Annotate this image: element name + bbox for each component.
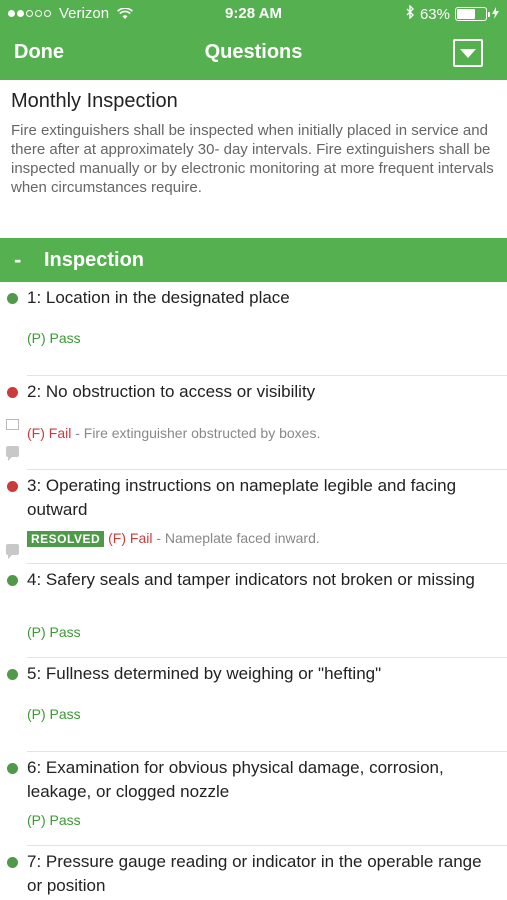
question-item[interactable]: 6: Examination for obvious physical dama… <box>0 752 507 846</box>
status-right: 63% <box>406 4 499 23</box>
status-dot <box>7 763 18 774</box>
question-text: 6: Examination for obvious physical dama… <box>27 758 444 801</box>
inspection-intro: Monthly Inspection Fire extinguishers sh… <box>11 90 496 197</box>
answer: (P) Pass <box>27 706 81 722</box>
comment-icon[interactable] <box>6 544 19 559</box>
question-text: 2: No obstruction to access or visibilit… <box>27 382 316 401</box>
nav-bar: Done Questions <box>0 28 507 80</box>
question-text: 5: Fullness determined by weighing or "h… <box>27 664 382 683</box>
question-item[interactable]: 2: No obstruction to access or visibilit… <box>0 376 507 470</box>
question-item[interactable]: 1: Location in the designated place (P) … <box>0 282 507 376</box>
answer-value: (P) Pass <box>27 624 81 640</box>
status-dot <box>7 575 18 586</box>
battery-percent: 63% <box>419 5 450 23</box>
answer-note: - Fire extinguisher obstructed by boxes. <box>71 425 321 441</box>
dropdown-icon <box>460 48 476 58</box>
status-dot <box>7 387 18 398</box>
bluetooth-icon <box>406 4 415 23</box>
answer: (F) Fail - Fire extinguisher obstructed … <box>27 425 320 441</box>
answer: (P) Pass <box>27 812 81 828</box>
question-text: 7: Pressure gauge reading or indicator i… <box>27 852 482 895</box>
question-text: 3: Operating instructions on nameplate l… <box>27 476 457 519</box>
dropdown-menu-button[interactable] <box>453 39 483 67</box>
section-title: Inspection <box>44 248 145 271</box>
answer-value: (P) Pass <box>27 330 81 346</box>
question-item[interactable]: 4: Safery seals and tamper indicators no… <box>0 564 507 658</box>
section-header-inspection[interactable]: - Inspection <box>0 238 507 282</box>
answer: (P) Pass <box>27 624 81 640</box>
answer: RESOLVED (F) Fail - Nameplate faced inwar… <box>27 530 320 547</box>
comment-icon[interactable] <box>6 446 19 461</box>
collapse-icon: - <box>14 247 22 272</box>
battery-icon <box>455 7 490 21</box>
question-text: 1: Location in the designated place <box>27 288 290 307</box>
inspection-description: Fire extinguishers shall be inspected wh… <box>11 122 494 196</box>
question-item[interactable]: 5: Fullness determined by weighing or "h… <box>0 658 507 752</box>
page-title: Questions <box>204 41 303 63</box>
resolved-badge: RESOLVED <box>27 531 105 547</box>
answer-value: (P) Pass <box>27 706 81 722</box>
answer: (P) Pass <box>27 330 81 346</box>
status-dot <box>7 481 18 492</box>
answer-value: (F) Fail <box>108 530 153 546</box>
done-button[interactable]: Done <box>14 41 64 64</box>
status-dot <box>7 857 18 868</box>
answer-note: - Nameplate faced inward. <box>152 530 320 546</box>
status-dot <box>7 293 18 304</box>
status-dot <box>7 669 18 680</box>
question-text: 4: Safery seals and tamper indicators no… <box>27 570 475 589</box>
question-item[interactable]: 3: Operating instructions on nameplate l… <box>0 470 507 564</box>
inspection-title: Monthly Inspection <box>11 90 178 112</box>
status-bar: Verizon 9:28 AM 63% <box>0 0 507 28</box>
photo-icon[interactable] <box>6 419 19 430</box>
answer-value: (P) Pass <box>27 812 81 828</box>
question-item[interactable]: 7: Pressure gauge reading or indicator i… <box>0 846 507 900</box>
answer-value: (F) Fail <box>27 425 72 441</box>
charging-icon <box>492 6 499 23</box>
